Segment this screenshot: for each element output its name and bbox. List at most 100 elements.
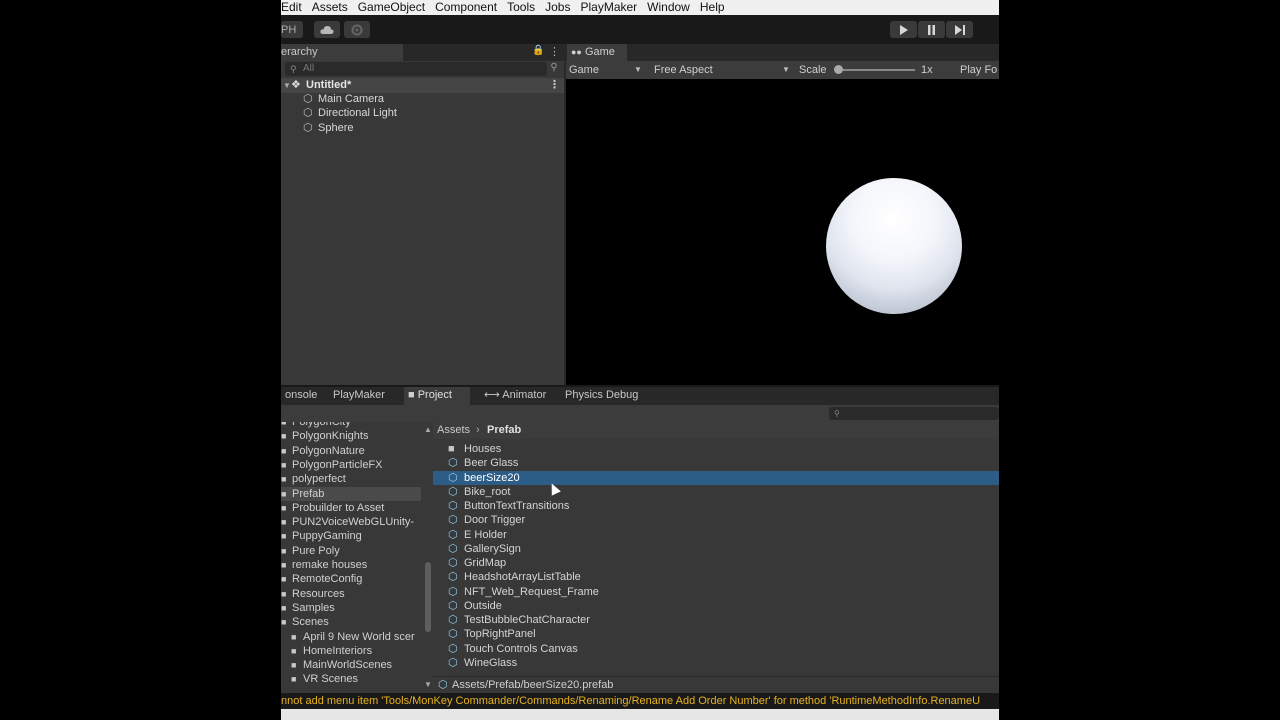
console-status-bar[interactable]: nnot add menu item 'Tools/MonKey Command… bbox=[281, 693, 999, 709]
search-icon: ⚲ bbox=[290, 64, 297, 74]
folder-tree-item[interactable]: ■ PolygonNature bbox=[281, 444, 421, 458]
asset-item[interactable]: ■ Houses bbox=[433, 442, 999, 456]
kebab-menu-icon[interactable]: ⋮ bbox=[549, 45, 560, 58]
play-focused-dropdown[interactable]: Play Fo bbox=[960, 61, 997, 79]
folder-tree-scrollbar[interactable]: ▲ ▼ bbox=[423, 422, 433, 693]
asset-item[interactable]: ⬡ HeadshotArrayListTable bbox=[433, 570, 999, 584]
folder-tree-item[interactable]: ■ PolygonKnights bbox=[281, 429, 421, 443]
folder-tree-item[interactable]: ■ Pure Poly bbox=[281, 544, 421, 558]
asset-item[interactable]: ⬡ TopRightPanel bbox=[433, 627, 999, 641]
breadcrumb-chevron-icon: › bbox=[476, 424, 480, 436]
folder-tree-item-label: MainWorldScenes bbox=[303, 659, 393, 672]
scene-menu-icon[interactable]: ⋮ bbox=[549, 78, 560, 93]
menu-item-playmaker[interactable]: PlayMaker bbox=[575, 0, 642, 15]
folder-tree-item[interactable]: ■ polyperfect bbox=[281, 472, 421, 486]
display-dropdown[interactable]: Game bbox=[569, 61, 599, 79]
asset-item[interactable]: ⬡ Door Trigger bbox=[433, 513, 999, 527]
folder-tree-item-label: Resources bbox=[292, 587, 345, 600]
folder-tree: ■ PolygonCity ■ PolygonKnights ■ PolygonNatur… bbox=[281, 422, 431, 693]
folder-tree-item[interactable]: ■ Scenes bbox=[281, 615, 421, 629]
bottom-tabbar: onsole PlayMaker ■ Project ⟷ Animator Ph… bbox=[281, 387, 999, 405]
account-button[interactable]: PH bbox=[281, 21, 303, 38]
asset-item[interactable]: ⬡ E Holder bbox=[433, 528, 999, 542]
tab-game[interactable]: ●● Game bbox=[567, 44, 627, 61]
menu-item-gameobject[interactable]: GameObject bbox=[353, 0, 430, 15]
aspect-dropdown[interactable]: Free Aspect bbox=[654, 61, 713, 79]
search-filter-icon[interactable]: ⚲ bbox=[547, 62, 561, 76]
folder-tree-item[interactable]: ■ remake houses bbox=[281, 558, 421, 572]
folder-tree-item[interactable]: ■ HomeInteriors bbox=[281, 644, 421, 658]
folder-icon: ■ bbox=[281, 588, 287, 599]
play-button[interactable] bbox=[890, 21, 917, 38]
breadcrumb-prefab[interactable]: Prefab bbox=[487, 422, 521, 439]
project-search-input[interactable]: ⚲ bbox=[829, 407, 999, 420]
folder-tree-item[interactable]: ■ April 9 New World scer bbox=[281, 630, 421, 644]
folder-tree-item-label: PuppyGaming bbox=[292, 530, 362, 543]
asset-item[interactable]: ⬡ Touch Controls Canvas bbox=[433, 642, 999, 656]
asset-item[interactable]: ⬡ GridMap bbox=[433, 556, 999, 570]
folder-tree-item[interactable]: ■ Resources bbox=[281, 587, 421, 601]
menu-item-component[interactable]: Component bbox=[430, 0, 502, 15]
asset-item[interactable]: ⬡ beerSize20 bbox=[433, 470, 999, 485]
breadcrumb-assets[interactable]: Assets bbox=[437, 422, 470, 439]
scrollbar-thumb[interactable] bbox=[425, 562, 431, 632]
asset-item-label: NFT_Web_Request_Frame bbox=[464, 585, 599, 598]
folder-tree-item-label: VR Scenes bbox=[303, 673, 359, 686]
menu-item-jobs[interactable]: Jobs bbox=[540, 0, 575, 15]
chevron-down-icon[interactable]: ▼ bbox=[634, 61, 642, 79]
tab-physics-debug[interactable]: Physics Debug bbox=[561, 387, 642, 405]
tab-playmaker[interactable]: PlayMaker bbox=[329, 387, 389, 405]
folder-tree-item[interactable]: ■ MainWorldScenes bbox=[281, 658, 421, 672]
asset-item[interactable]: ⬡ Bike_root bbox=[433, 485, 999, 499]
asset-item[interactable]: ⬡ NFT_Web_Request_Frame bbox=[433, 585, 999, 599]
collapse-arrow-icon[interactable]: ▼ bbox=[283, 78, 291, 93]
asset-item[interactable]: ⬡ TestBubbleChatCharacter bbox=[433, 613, 999, 627]
services-button[interactable] bbox=[344, 21, 370, 38]
folder-tree-item[interactable]: ■ Prefab bbox=[281, 486, 421, 501]
asset-item[interactable]: ⬡ WineGlass bbox=[433, 656, 999, 670]
folder-tree-item[interactable]: ■ RemoteConfig bbox=[281, 572, 421, 586]
folder-icon: ■ bbox=[281, 445, 287, 456]
menu-item-tools[interactable]: Tools bbox=[502, 0, 540, 15]
chevron-down-icon[interactable]: ▼ bbox=[782, 61, 790, 79]
tab-hierarchy[interactable]: erarchy bbox=[281, 44, 403, 61]
scale-slider-handle[interactable] bbox=[834, 65, 843, 74]
menu-item-edit[interactable]: Edit bbox=[281, 0, 307, 15]
pause-button[interactable] bbox=[918, 21, 945, 38]
hierarchy-item-main-camera[interactable]: ⬡ Main Camera bbox=[281, 92, 564, 106]
scene-row[interactable]: ▼ ❖ Untitled* ⋮ bbox=[281, 78, 564, 93]
scale-slider[interactable] bbox=[838, 69, 915, 71]
asset-item[interactable]: ⬡ ButtonTextTransitions bbox=[433, 499, 999, 513]
step-button[interactable] bbox=[946, 21, 973, 38]
menu-item-help[interactable]: Help bbox=[695, 0, 730, 15]
asset-list-area: Assets › Prefab ■ Houses ⬡ Beer Glass ⬡ beerS… bbox=[433, 422, 999, 676]
asset-item[interactable]: ⬡ Outside bbox=[433, 599, 999, 613]
scroll-down-arrow-icon[interactable]: ▼ bbox=[424, 680, 432, 689]
asset-item[interactable]: ⬡ GallerySign bbox=[433, 542, 999, 556]
hierarchy-search-input[interactable]: ⚲ All bbox=[285, 62, 547, 76]
game-render-viewport[interactable] bbox=[566, 79, 999, 385]
folder-tree-item[interactable]: ■ Samples bbox=[281, 601, 421, 615]
folder-tree-item[interactable]: ■ Probuilder to Asset bbox=[281, 501, 421, 515]
hierarchy-item-sphere[interactable]: ⬡ Sphere bbox=[281, 121, 564, 135]
scroll-up-arrow-icon[interactable]: ▲ bbox=[424, 425, 432, 434]
asset-item[interactable]: ⬡ Beer Glass bbox=[433, 456, 999, 470]
folder-tree-item[interactable]: ■ PolygonCity bbox=[281, 422, 421, 429]
folder-tree-item[interactable]: ■ PolygonParticleFX bbox=[281, 458, 421, 472]
gameobject-cube-icon: ⬡ bbox=[303, 107, 313, 119]
tab-console[interactable]: onsole bbox=[281, 387, 321, 405]
menu-item-window[interactable]: Window bbox=[642, 0, 695, 15]
folder-tree-item[interactable]: ■ VR Scenes bbox=[281, 672, 421, 686]
hierarchy-item-directional-light[interactable]: ⬡ Directional Light bbox=[281, 106, 564, 120]
folder-tree-item[interactable]: ■ PuppyGaming bbox=[281, 529, 421, 543]
tab-project-label: Project bbox=[417, 389, 452, 401]
lock-icon[interactable]: 🔒 bbox=[532, 45, 544, 56]
tab-hierarchy-label: erarchy bbox=[281, 46, 318, 58]
tab-project[interactable]: ■ Project bbox=[404, 387, 470, 405]
tab-game-label: Game bbox=[584, 46, 615, 58]
cloud-button[interactable] bbox=[314, 21, 340, 38]
tab-animator[interactable]: ⟷ Animator bbox=[480, 387, 550, 405]
folder-tree-item-label: PolygonNature bbox=[292, 444, 365, 457]
folder-tree-item[interactable]: ■ PUN2VoiceWebGLUnity- bbox=[281, 515, 421, 529]
menu-item-assets[interactable]: Assets bbox=[307, 0, 353, 15]
